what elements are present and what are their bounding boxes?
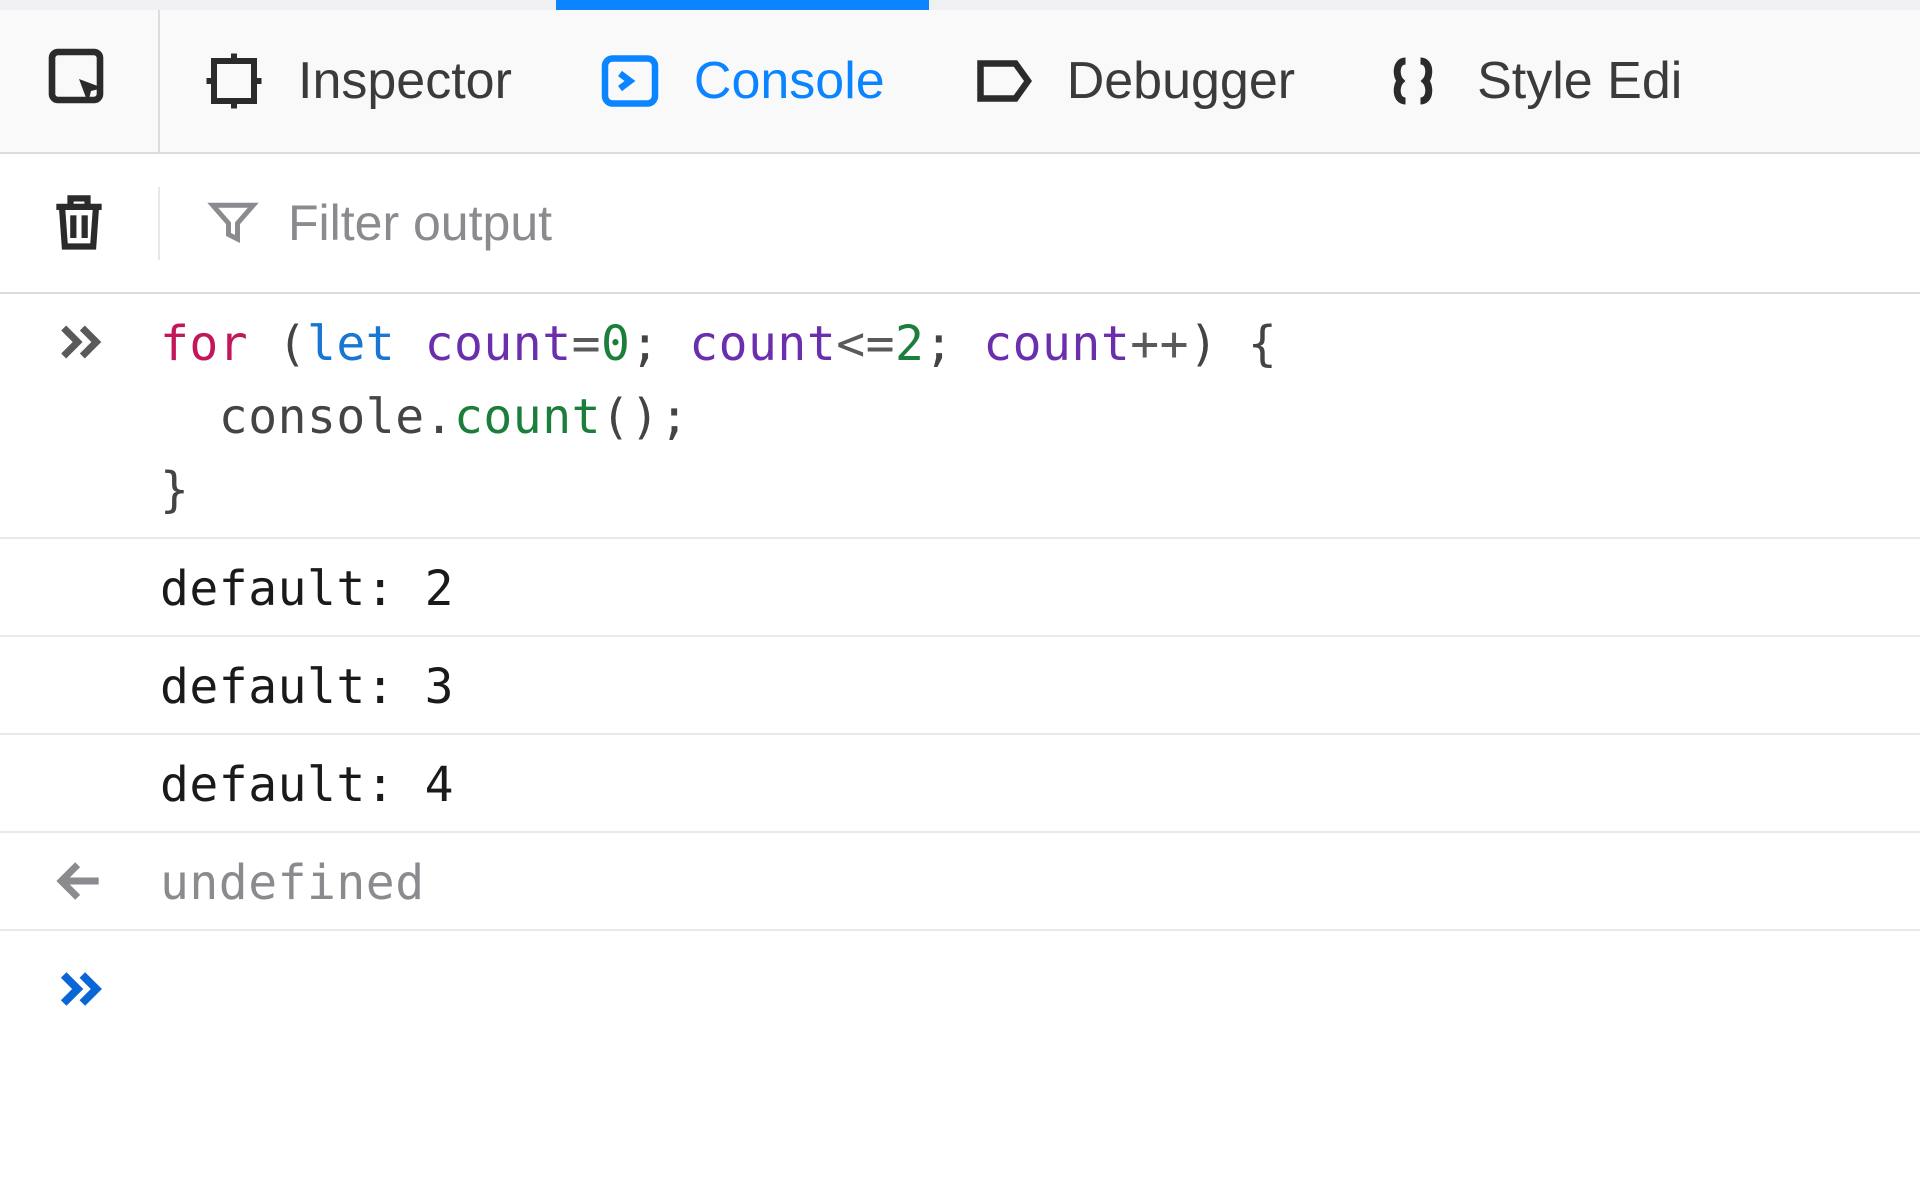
filter-icon [206,194,260,253]
tab-debugger-label: Debugger [1067,51,1295,111]
console-input-row[interactable] [0,931,1920,1051]
style-editor-icon [1383,51,1443,111]
console-log-message[interactable]: default: 2 [160,549,454,625]
tab-style-editor-label: Style Edi [1477,51,1682,111]
tab-inspector[interactable]: Inspector [160,10,556,152]
console-toolbar [0,154,1920,294]
devtools-tabbar: Inspector Console Debugger Style Edi [0,0,1920,154]
inspector-icon [204,51,264,111]
tab-debugger[interactable]: Debugger [929,10,1339,152]
console-log-message[interactable]: default: 3 [160,647,454,723]
prompt-chevrons-icon [52,961,108,1021]
console-return-row: undefined [0,833,1920,931]
tab-inspector-label: Inspector [298,51,512,111]
input-chevrons-icon [52,314,108,374]
console-command-row: for (let count=0; count<=2; count++) { c… [0,294,1920,539]
console-log-row: default: 2 [0,539,1920,637]
filter-output-input[interactable] [288,194,1188,252]
tab-style-editor[interactable]: Style Edi [1339,10,1726,152]
clear-console-button[interactable] [0,187,160,260]
return-value[interactable]: undefined [160,843,425,919]
trash-icon [45,187,113,260]
executed-code[interactable]: for (let count=0; count<=2; count++) { c… [160,308,1277,527]
console-log-row: default: 3 [0,637,1920,735]
console-log-message[interactable]: default: 4 [160,745,454,821]
tab-console[interactable]: Console [556,10,929,152]
element-picker-button[interactable] [0,10,160,152]
console-output: for (let count=0; count<=2; count++) { c… [0,294,1920,1051]
console-log-row: default: 4 [0,735,1920,833]
element-picker-icon [43,43,115,120]
tab-console-label: Console [694,51,885,111]
console-icon [600,51,660,111]
debugger-icon [973,51,1033,111]
return-arrow-icon [52,853,108,913]
